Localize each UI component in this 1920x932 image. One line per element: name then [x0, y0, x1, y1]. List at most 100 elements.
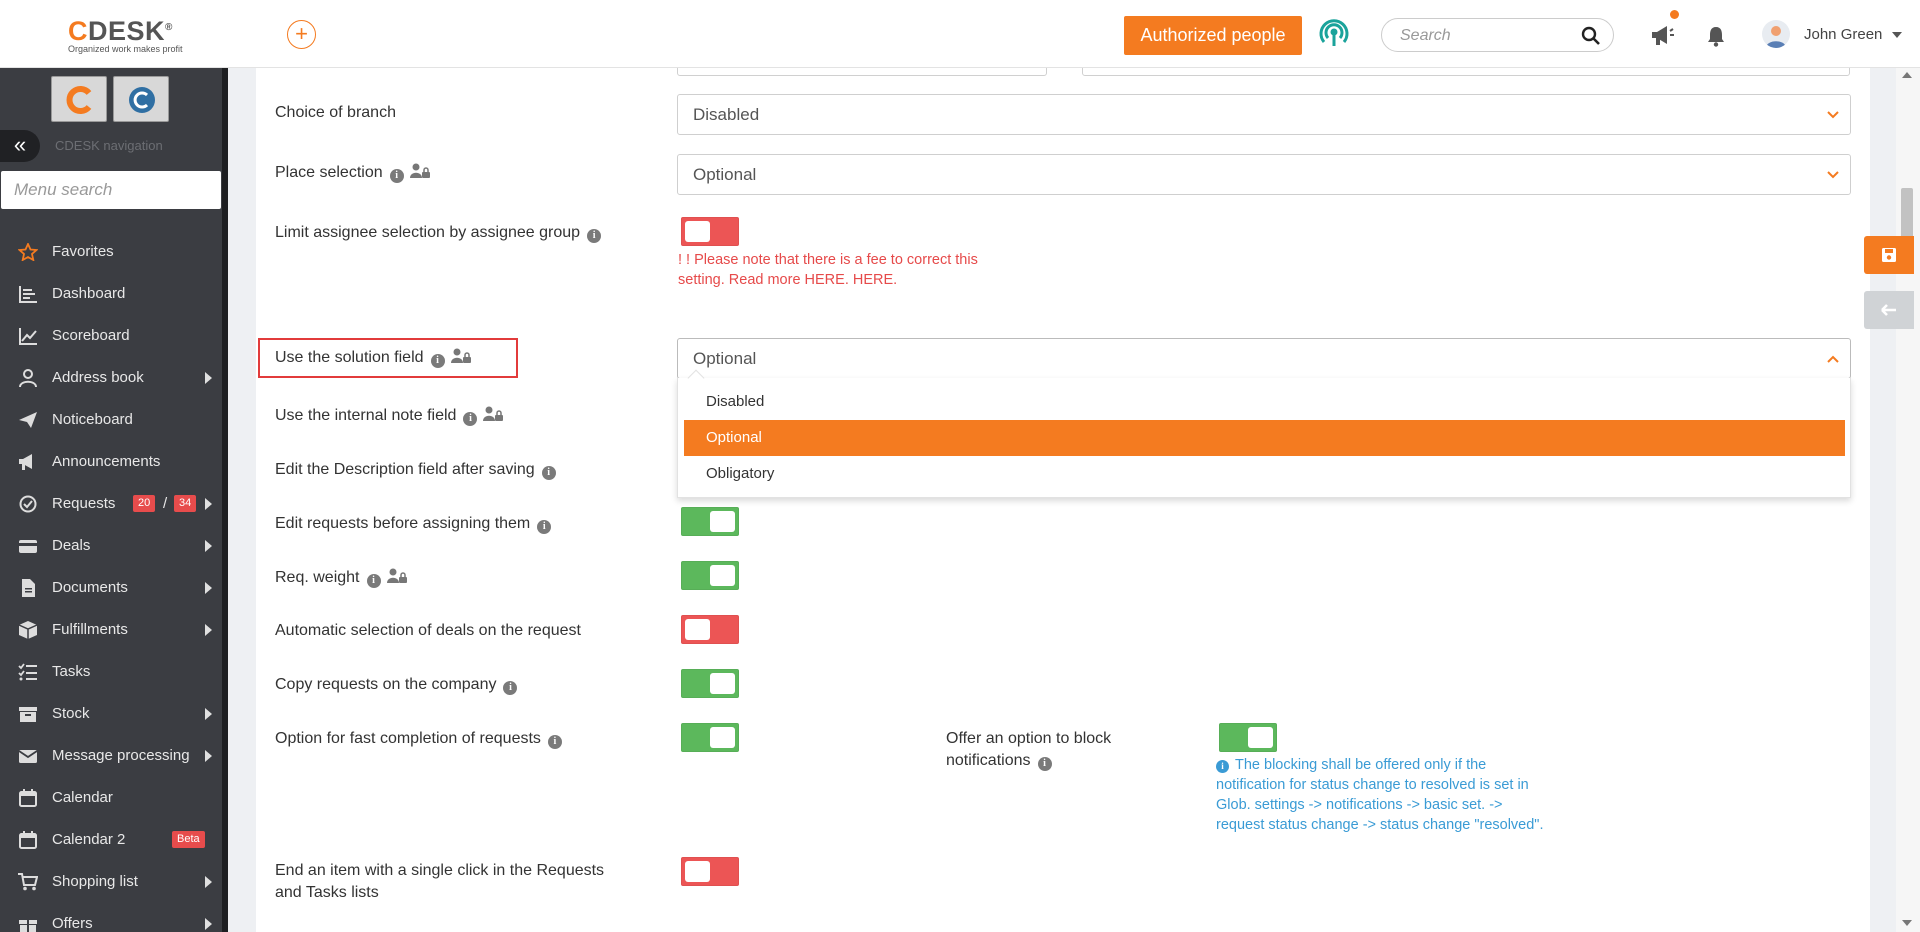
info-icon[interactable]: i — [587, 229, 602, 243]
partial-field-right[interactable] — [1082, 68, 1850, 76]
top-bar: CDESK® Organized work makes profit + Aut… — [0, 0, 1920, 68]
global-search[interactable] — [1381, 18, 1614, 52]
dashboard-icon — [19, 286, 37, 303]
search-input[interactable] — [1400, 26, 1570, 46]
back-button[interactable] — [1864, 291, 1914, 329]
user-lock-icon — [409, 163, 430, 178]
edit-before-assign-label: Edit requests before assigning them i — [275, 513, 552, 535]
sidebar-item-label: Favorites — [52, 243, 114, 260]
sidebar-item-calendar[interactable]: Calendar — [0, 777, 222, 819]
collapse-sidebar-button[interactable]: « — [0, 130, 40, 162]
chevron-down-icon — [1827, 171, 1839, 179]
sidebar: « CDESK navigation Favorites Dashboard S… — [0, 68, 228, 932]
megaphone-icon — [19, 454, 32, 470]
sidebar-item-label: Tasks — [52, 663, 91, 680]
dropdown-option-obligatory[interactable]: Obligatory — [684, 456, 1845, 492]
beta-badge: Beta — [172, 831, 205, 848]
requests-badge-total: 34 — [174, 495, 197, 512]
page-scrollbar[interactable] — [1896, 68, 1920, 932]
toggle-knob — [685, 861, 710, 882]
sidebar-item-requests[interactable]: Requests 20 / 34 — [0, 483, 222, 525]
label-line: End an item with a single click in the R… — [275, 862, 605, 879]
sidebar-item-dashboard[interactable]: Dashboard — [0, 273, 222, 315]
note-line: request status change -> status change "… — [1216, 817, 1544, 833]
sidebar-item-label: Dashboard — [52, 285, 126, 302]
cdesk-logo[interactable]: CDESK® Organized work makes profit — [68, 14, 183, 54]
info-icon[interactable]: i — [537, 520, 552, 534]
partial-field-left[interactable] — [677, 68, 1047, 76]
sidebar-item-shopping-list[interactable]: Shopping list — [0, 861, 222, 903]
search-icon[interactable] — [1581, 26, 1601, 46]
announcements-icon[interactable] — [1649, 22, 1675, 48]
fast-completion-toggle[interactable] — [681, 723, 739, 752]
sidebar-item-announcements[interactable]: Announcements — [0, 441, 222, 483]
info-icon[interactable]: i — [389, 169, 404, 183]
choice-of-branch-select[interactable]: Disabled — [677, 94, 1851, 135]
sidebar-item-calendar-2[interactable]: Calendar 2 Beta — [0, 819, 222, 861]
sidebar-item-tasks[interactable]: Tasks — [0, 651, 222, 693]
save-button[interactable] — [1864, 236, 1914, 274]
authorized-people-button[interactable]: Authorized people — [1124, 16, 1302, 55]
sidebar-item-message-processing[interactable]: Message processing — [0, 735, 222, 777]
info-icon[interactable]: i — [503, 681, 518, 695]
dropdown-option-disabled[interactable]: Disabled — [684, 384, 1845, 420]
warning-line: setting. Read more HERE. HERE. — [678, 272, 898, 288]
sidebar-item-fulfillments[interactable]: Fulfillments — [0, 609, 222, 651]
solution-field-dropdown: Disabled Optional Obligatory — [677, 369, 1851, 498]
scroll-down-icon[interactable] — [1902, 920, 1912, 926]
block-notifications-toggle[interactable] — [1219, 723, 1277, 752]
stock-icon — [19, 707, 37, 722]
chevron-up-icon — [1827, 355, 1839, 363]
add-new-button[interactable]: + — [287, 20, 316, 49]
sidebar-item-offers[interactable]: Offers — [0, 903, 222, 932]
chevron-right-icon — [205, 876, 212, 888]
select-value: Disabled — [693, 105, 760, 124]
box-icon — [18, 621, 38, 639]
document-icon — [22, 579, 35, 597]
info-icon[interactable]: i — [463, 412, 478, 426]
solution-field-select[interactable]: Optional — [677, 338, 1851, 379]
info-icon[interactable]: i — [541, 466, 556, 480]
info-icon[interactable]: i — [547, 735, 562, 749]
nav-caption: CDESK navigation — [55, 138, 163, 153]
sidebar-item-scoreboard[interactable]: Scoreboard — [0, 315, 222, 357]
second-app-switch[interactable] — [113, 76, 169, 122]
sidebar-item-favorites[interactable]: Favorites — [0, 231, 222, 273]
place-selection-label: Place selection i — [275, 162, 431, 184]
broadcast-icon[interactable] — [1318, 18, 1350, 50]
user-name[interactable]: John Green — [1804, 26, 1882, 43]
star-icon — [18, 243, 38, 261]
info-icon[interactable]: i — [430, 354, 445, 368]
sidebar-item-label: Stock — [52, 705, 90, 722]
menu-search-input[interactable] — [1, 171, 221, 209]
info-icon[interactable]: i — [1037, 757, 1052, 771]
chevron-right-icon — [205, 498, 212, 510]
sidebar-item-noticeboard[interactable]: Noticeboard — [0, 399, 222, 441]
chevron-right-icon — [205, 372, 212, 384]
internal-note-label: Use the internal note field i — [275, 405, 504, 427]
sidebar-item-label: Documents — [52, 579, 128, 596]
scroll-up-icon[interactable] — [1902, 72, 1912, 78]
chevron-down-icon[interactable] — [1892, 32, 1902, 38]
sidebar-item-address-book[interactable]: Address book — [0, 357, 222, 399]
sidebar-item-stock[interactable]: Stock — [0, 693, 222, 735]
req-weight-toggle[interactable] — [681, 561, 739, 590]
bell-icon[interactable] — [1706, 25, 1726, 47]
sidebar-item-documents[interactable]: Documents — [0, 567, 222, 609]
auto-deals-toggle[interactable] — [681, 615, 739, 644]
copy-requests-toggle[interactable] — [681, 669, 739, 698]
floppy-icon — [1882, 248, 1896, 262]
avatar[interactable] — [1762, 20, 1790, 48]
edit-before-assign-toggle[interactable] — [681, 507, 739, 536]
dropdown-option-optional[interactable]: Optional — [684, 420, 1845, 456]
info-icon[interactable]: i — [366, 574, 381, 588]
end-item-toggle[interactable] — [681, 857, 739, 886]
limit-assignee-toggle[interactable] — [681, 217, 739, 246]
sidebar-menu: Favorites Dashboard Scoreboard Address b… — [0, 231, 222, 932]
sidebar-item-deals[interactable]: Deals — [0, 525, 222, 567]
sidebar-scrollbar[interactable] — [222, 68, 228, 932]
place-selection-select[interactable]: Optional — [677, 154, 1851, 195]
cdesk-app-switch[interactable] — [51, 76, 107, 122]
sidebar-item-label: Address book — [52, 369, 144, 386]
label-line: and Tasks lists — [275, 884, 379, 901]
